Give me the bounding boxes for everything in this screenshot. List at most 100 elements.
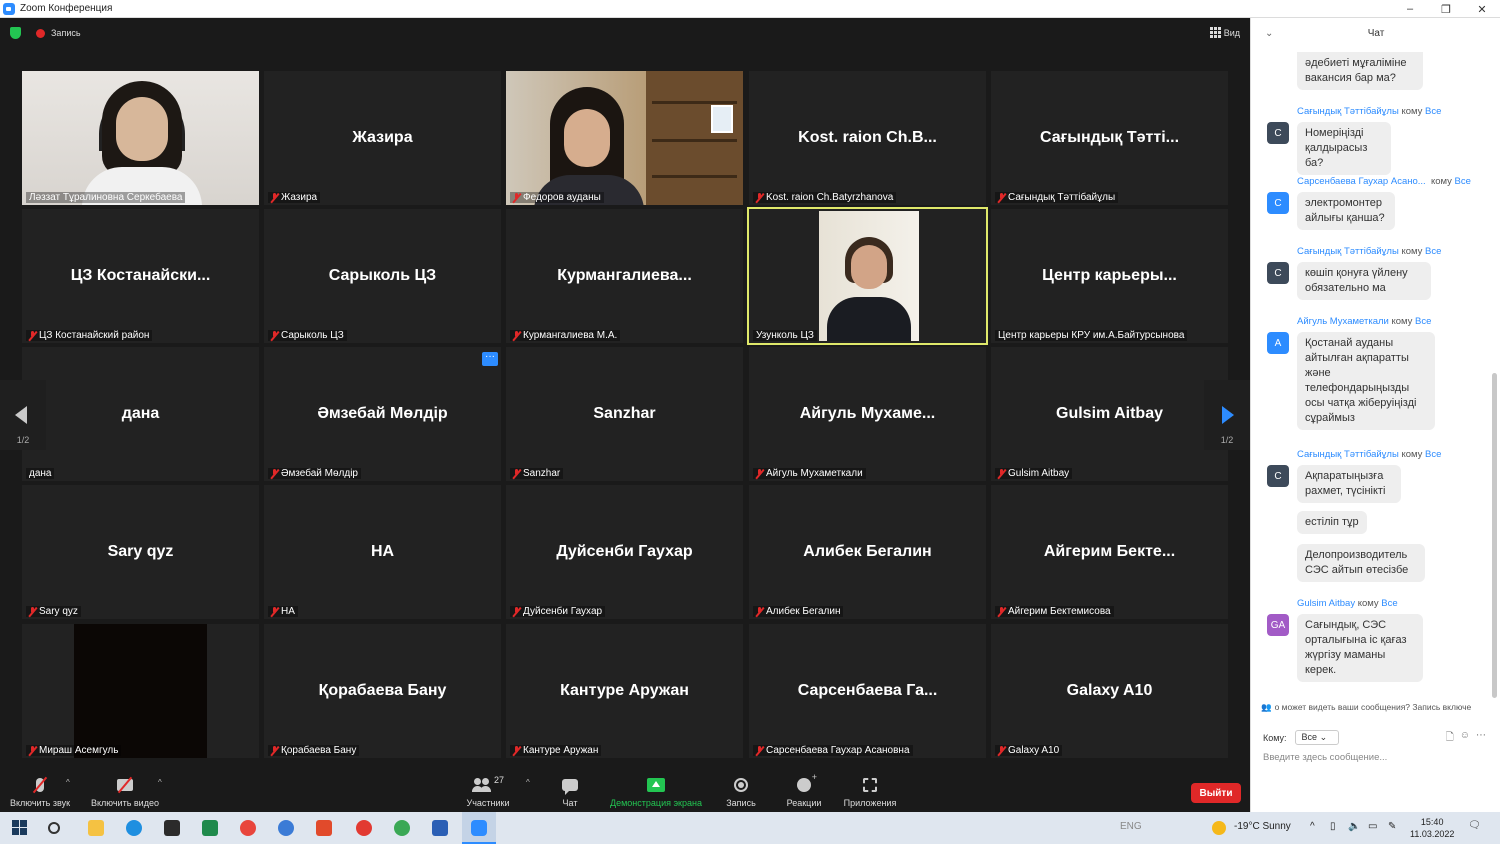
avatar: С <box>1267 262 1289 284</box>
active-speaker-tile[interactable]: Узунколь ЦЗ <box>747 207 988 345</box>
leave-meeting-button[interactable]: Выйти <box>1191 783 1241 803</box>
participant-tile[interactable]: Kost. raion Ch.B... Kost. raion Ch.Batyr… <box>749 71 986 205</box>
participant-tile[interactable]: Қорабаева Бану Қорабаева Бану <box>264 624 501 758</box>
participant-video <box>819 211 919 341</box>
system-clock[interactable]: 15:40 11.03.2022 <box>1410 816 1454 840</box>
participant-name: Sanzhar <box>593 405 656 422</box>
chat-messages[interactable]: әдебиеті мұғаліміне вакансия бар ма? Сағ… <box>1251 52 1491 700</box>
participant-tile[interactable]: Алибек Бегалин Алибек Бегалин <box>749 485 986 619</box>
minimize-button[interactable]: – <box>1392 0 1428 18</box>
tile-more-options-button[interactable]: ··· <box>482 352 498 366</box>
tray-chevron-icon[interactable]: ^ <box>1310 821 1315 832</box>
participant-tile[interactable]: Жазира Жазира <box>264 71 501 205</box>
participant-label: Айгуль Мухаметкали <box>753 468 866 479</box>
participant-tile[interactable]: Әмзебай Мөлдір Әмзебай Мөлдір <box>264 347 501 481</box>
language-indicator[interactable]: ENG <box>1120 821 1142 832</box>
participant-label: Galaxy A10 <box>995 745 1063 756</box>
participant-tile[interactable]: дана дана <box>22 347 259 481</box>
participants-button[interactable]: 27 Участники <box>462 774 514 808</box>
view-button[interactable]: Вид <box>1209 27 1240 38</box>
unmute-button[interactable]: Включить звук <box>6 774 74 808</box>
network-icon[interactable]: ▭ <box>1368 821 1377 832</box>
participant-tile[interactable]: Gulsim Aitbay Gulsim Aitbay <box>991 347 1228 481</box>
record-icon <box>734 778 748 792</box>
recipient-label: Кому: <box>1263 732 1287 743</box>
participant-tile[interactable]: Мираш Асемгуль <box>22 624 259 758</box>
participant-tile[interactable]: Сағындық Тәтті... Сағындық Тәттібайұлы <box>991 71 1228 205</box>
participant-tile[interactable]: Курмангалиева... Курмангалиева М.А. <box>506 209 743 343</box>
participant-label: Курмангалиева М.А. <box>510 330 621 341</box>
chat-scrollbar[interactable] <box>1492 373 1497 698</box>
participant-label: Sanzhar <box>510 468 564 479</box>
participant-tile[interactable]: Айгуль Мухаме... Айгуль Мухаметкали <box>749 347 986 481</box>
participant-label: Жазира <box>268 192 321 203</box>
participant-label: Кантуре Аружан <box>510 745 602 756</box>
participant-tile[interactable]: Айгерим Бекте... Айгерим Бектемисова <box>991 485 1228 619</box>
next-page-button[interactable]: 1/2 <box>1204 380 1250 450</box>
chat-privacy-note[interactable]: 👥 о может видеть ваши сообщения? Запись в… <box>1261 702 1471 713</box>
participant-tile[interactable]: Galaxy A10 Galaxy A10 <box>991 624 1228 758</box>
apps-button[interactable]: Приложения <box>838 774 902 808</box>
record-button[interactable]: Запись <box>720 774 762 808</box>
battery-icon[interactable]: ▯ <box>1330 821 1336 832</box>
arrow-left-icon <box>15 406 27 424</box>
video-options-caret[interactable]: ^ <box>158 778 162 787</box>
participants-icon <box>471 778 492 792</box>
reactions-button[interactable]: Реакции <box>780 772 828 808</box>
emoji-icon[interactable]: ☺ <box>1460 730 1470 747</box>
excel-icon[interactable] <box>202 820 218 836</box>
weather-widget[interactable]: -19°C Sunny <box>1234 821 1291 832</box>
zoom-taskbar-button[interactable] <box>462 812 496 844</box>
chat-message: естіліп тұр <box>1297 511 1367 534</box>
pen-icon[interactable]: ✎ <box>1388 821 1396 832</box>
participant-video <box>506 71 743 205</box>
maximize-button[interactable]: ❐ <box>1428 0 1464 18</box>
participant-tile[interactable]: Кантуре Аружан Кантуре Аружан <box>506 624 743 758</box>
participant-label: Ләззат Тұралиновна Серкебаева <box>26 192 186 203</box>
notifications-icon[interactable]: 🗨 <box>1468 820 1481 831</box>
chat-icon <box>562 779 578 795</box>
recipient-select[interactable]: Все ⌄ <box>1294 730 1339 745</box>
participant-tile[interactable]: Сарыколь ЦЗ Сарыколь ЦЗ <box>264 209 501 343</box>
security-shield-icon[interactable] <box>10 27 21 39</box>
participant-tile[interactable]: Sary qyz Sary qyz <box>22 485 259 619</box>
apps-icon <box>863 778 877 792</box>
start-menu-icon[interactable] <box>12 820 28 836</box>
audio-options-caret[interactable]: ^ <box>66 778 70 787</box>
chat-message-input[interactable]: Введите здесь сообщение... <box>1263 752 1387 763</box>
participant-tile[interactable]: Ләззат Тұралиновна Серкебаева <box>22 71 259 205</box>
participant-tile[interactable]: Сарсенбаева Га... Сарсенбаева Гаухар Аса… <box>749 624 986 758</box>
participant-tile[interactable]: ЦЗ Костанайски... ЦЗ Костанайский район <box>22 209 259 343</box>
participant-tile[interactable]: НА НА <box>264 485 501 619</box>
close-button[interactable]: ✕ <box>1464 0 1500 18</box>
chrome-profile-icon[interactable] <box>394 820 410 836</box>
volume-icon[interactable]: 🔈 <box>1348 821 1360 832</box>
office-icon[interactable] <box>316 820 332 836</box>
participant-name: Kost. raion Ch.B... <box>798 129 937 146</box>
participant-tile[interactable]: Федоров ауданы <box>506 71 743 205</box>
search-icon[interactable] <box>48 822 60 834</box>
previous-page-button[interactable]: 1/2 <box>0 380 46 450</box>
word-icon[interactable] <box>432 820 448 836</box>
participant-name: Әмзебай Мөлдір <box>317 405 448 422</box>
chrome-icon[interactable] <box>240 820 256 836</box>
edge-browser-icon[interactable] <box>126 820 142 836</box>
participant-tile[interactable]: Sanzhar Sanzhar <box>506 347 743 481</box>
participant-label: Сарсенбаева Гаухар Асановна <box>753 745 913 756</box>
yandex-icon[interactable] <box>356 820 372 836</box>
share-screen-button[interactable]: Демонстрация экрана <box>604 774 708 808</box>
app-icon[interactable] <box>164 820 180 836</box>
chat-button[interactable]: Чат <box>552 774 588 808</box>
participant-tile[interactable]: Центр карьеры... Центр карьеры КРУ им.А.… <box>991 209 1228 343</box>
browser-icon[interactable] <box>278 820 294 836</box>
chat-message: әдебиеті мұғаліміне вакансия бар ма? <box>1297 52 1423 90</box>
more-options-icon[interactable]: ⋯ <box>1476 730 1486 747</box>
participants-options-caret[interactable]: ^ <box>526 778 530 787</box>
participant-tile[interactable]: Дуйсенби Гаухар Дуйсенби Гаухар <box>506 485 743 619</box>
mic-muted-icon <box>998 468 1005 479</box>
file-icon[interactable]: 🗋 <box>1446 730 1454 747</box>
mic-muted-icon <box>513 192 520 203</box>
file-explorer-icon[interactable] <box>88 820 104 836</box>
chat-panel: ⌄ Чат әдебиеті мұғаліміне вакансия бар м… <box>1250 18 1500 812</box>
start-video-button[interactable]: Включить видео <box>86 774 164 808</box>
